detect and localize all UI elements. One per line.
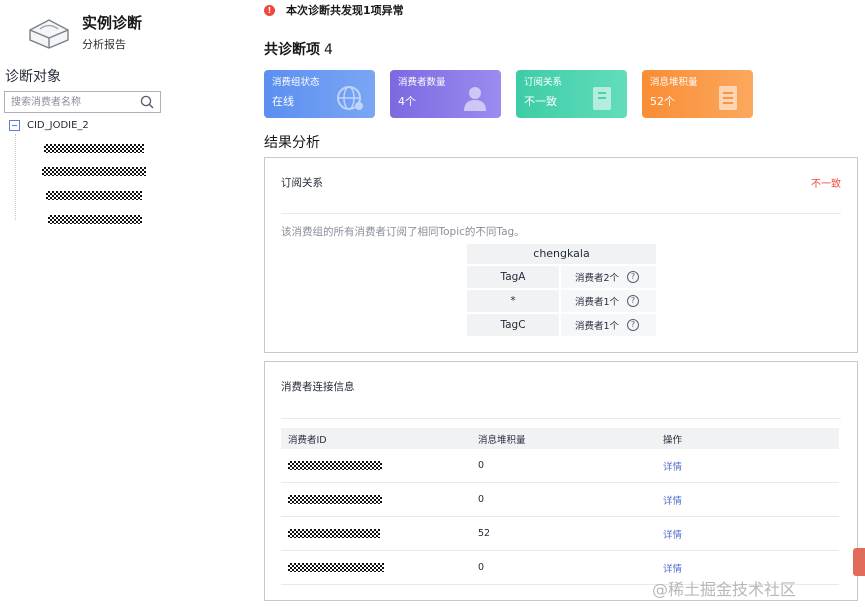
consumer-connections-panel: 消费者连接信息 消费者ID 消息堆积量 操作 0 详情 0 详情 52 详情 0… — [264, 361, 858, 601]
tree-guide-line — [15, 134, 16, 220]
main-content: ! 本次诊断共发现1项异常 共诊断项 4 消费组状态 在线 消费者数量 4个 订阅… — [248, 0, 865, 607]
tree-root-node[interactable]: CID_JODIE_2 — [9, 118, 89, 132]
anomaly-alert: ! 本次诊断共发现1项异常 — [264, 2, 404, 18]
panel-divider — [281, 418, 841, 419]
tree-child-consumer[interactable] — [46, 191, 142, 200]
table-row: 52 详情 — [281, 517, 839, 551]
tag-consumer-count: 消费者1个? — [561, 314, 656, 336]
watermark: @稀土掘金技术社区 — [652, 580, 797, 599]
backlog-cell: 0 — [478, 494, 485, 505]
summary-title: 共诊断项 4 — [264, 39, 333, 59]
summary-count: 4 — [324, 42, 333, 58]
tag-name: TagA — [467, 266, 559, 288]
subscription-description: 该消费组的所有消费者订阅了相同Topic的不同Tag。 — [281, 226, 525, 238]
card-value: 4个 — [398, 95, 416, 108]
table-row: 0 详情 — [281, 483, 839, 517]
help-icon[interactable]: ? — [627, 271, 640, 283]
panel-divider — [281, 213, 841, 214]
card-value: 在线 — [272, 95, 294, 108]
tree-child-consumer[interactable] — [48, 215, 142, 224]
tag-consumer-count: 消费者1个? — [561, 290, 656, 312]
table-header: 消费者ID 消息堆积量 操作 — [281, 428, 839, 449]
card-label: 消息堆积量 — [650, 77, 698, 88]
table-row: 0 详情 — [281, 449, 839, 483]
details-link[interactable]: 详情 — [663, 527, 682, 541]
book-icon — [593, 87, 611, 110]
alert-text: 本次诊断共发现1项异常 — [286, 4, 404, 17]
topic-tag-table: chengkala TagA 消费者2个? * 消费者1个? TagC 消费者1… — [467, 244, 656, 338]
consumer-id-cell — [281, 483, 471, 516]
consumer-search-input[interactable] — [5, 92, 133, 112]
col-consumer-id: 消费者ID — [288, 434, 327, 446]
backlog-cell: 0 — [478, 562, 485, 573]
search-icon[interactable] — [140, 95, 154, 109]
card-label: 消费者数量 — [398, 77, 446, 88]
consumer-id-cell — [281, 517, 471, 550]
redacted-consumer-id — [288, 461, 382, 470]
consumer-id-cell — [281, 551, 471, 584]
card-message-backlog[interactable]: 消息堆积量 52个 — [642, 70, 753, 118]
globe-icon — [337, 86, 363, 110]
connections-panel-title: 消费者连接信息 — [281, 381, 355, 393]
tag-consumer-count-text: 消费者1个 — [575, 321, 620, 332]
tree-child-consumer[interactable] — [42, 167, 146, 176]
subscription-panel-title: 订阅关系 — [281, 177, 323, 189]
brand-subtitle: 分析报告 — [82, 38, 126, 51]
redacted-consumer-id — [288, 563, 384, 572]
backlog-cell: 0 — [478, 460, 485, 471]
error-icon: ! — [264, 4, 275, 16]
subscription-status: 不一致 — [811, 179, 841, 190]
tag-consumer-count: 消费者2个? — [561, 266, 656, 288]
redacted-consumer-id — [288, 495, 382, 504]
action-cell: 详情 — [656, 517, 839, 550]
tag-row: TagC 消费者1个? — [467, 314, 656, 336]
user-icon — [464, 87, 486, 111]
summary-cards: 消费组状态 在线 消费者数量 4个 订阅关系 不一致 消息堆积量 52个 — [264, 70, 764, 118]
subscription-panel: 订阅关系 不一致 该消费组的所有消费者订阅了相同Topic的不同Tag。 che… — [264, 157, 858, 353]
card-value: 不一致 — [524, 95, 557, 108]
topic-name: chengkala — [467, 244, 656, 264]
tag-row: TagA 消费者2个? — [467, 266, 656, 288]
consumer-connections-table: 消费者ID 消息堆积量 操作 0 详情 0 详情 52 详情 0 详情 — [281, 428, 839, 585]
card-subscription[interactable]: 订阅关系 不一致 — [516, 70, 627, 118]
help-icon[interactable]: ? — [627, 295, 640, 307]
brand: 实例诊断 分析报告 — [20, 12, 240, 56]
collapse-icon[interactable] — [9, 119, 20, 131]
tag-name: * — [467, 290, 559, 312]
tree-root-label: CID_JODIE_2 — [27, 119, 89, 131]
action-cell: 详情 — [656, 449, 839, 482]
card-consumer-group-status[interactable]: 消费组状态 在线 — [264, 70, 375, 118]
sidebar: 实例诊断 分析报告 诊断对象 CID_JODIE_2 — [0, 0, 248, 607]
col-action: 操作 — [663, 434, 683, 446]
analysis-title: 结果分析 — [264, 135, 320, 151]
details-link[interactable]: 详情 — [663, 459, 682, 473]
consumer-id-cell — [281, 449, 471, 482]
details-link[interactable]: 详情 — [663, 561, 682, 575]
tag-row: * 消费者1个? — [467, 290, 656, 312]
redacted-consumer-id — [288, 529, 380, 538]
card-label: 订阅关系 — [524, 77, 563, 88]
col-backlog: 消息堆积量 — [478, 434, 526, 446]
action-cell: 详情 — [656, 483, 839, 516]
side-feedback-tab[interactable] — [853, 548, 865, 576]
details-link[interactable]: 详情 — [663, 493, 682, 507]
diagnosis-target-heading: 诊断对象 — [5, 69, 61, 85]
consumer-search[interactable] — [4, 91, 161, 113]
help-icon[interactable]: ? — [627, 319, 640, 331]
card-consumer-count[interactable]: 消费者数量 4个 — [390, 70, 501, 118]
tag-consumer-count-text: 消费者2个 — [575, 273, 620, 284]
brand-title: 实例诊断 — [82, 14, 143, 32]
tree-child-consumer[interactable] — [44, 144, 144, 153]
summary-title-label: 共诊断项 — [264, 42, 320, 58]
card-value: 52个 — [650, 95, 675, 108]
card-label: 消费组状态 — [272, 77, 320, 88]
backlog-cell: 52 — [478, 528, 491, 539]
diagnosis-box-icon — [29, 19, 69, 49]
document-icon — [719, 86, 737, 110]
tag-consumer-count-text: 消费者1个 — [575, 297, 620, 308]
tag-name: TagC — [467, 314, 559, 336]
